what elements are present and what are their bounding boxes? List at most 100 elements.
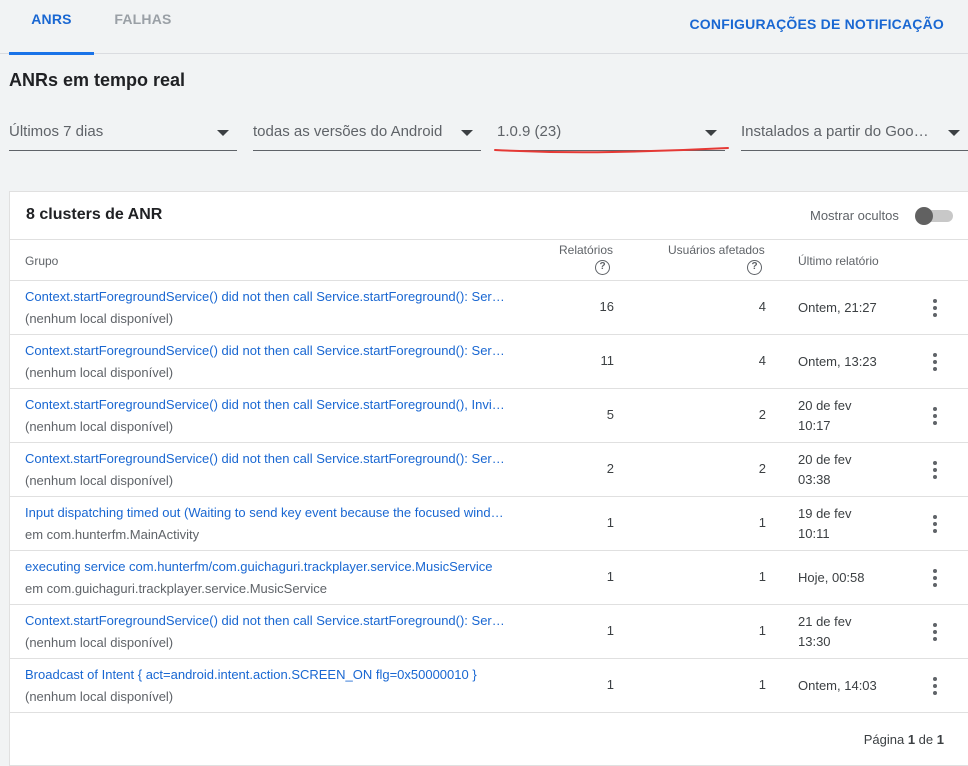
- last-report-time: 20 de fev 10:17: [798, 396, 898, 436]
- install-source-dropdown-value: Instalados a partir do Google …: [741, 123, 936, 140]
- reports-count: 1: [606, 515, 614, 530]
- last-report-line: 10:17: [798, 418, 831, 433]
- pagination-current: 1: [907, 732, 916, 747]
- more-options-icon[interactable]: [924, 567, 946, 589]
- table-row[interactable]: Context.startForegroundService() did not…: [10, 389, 968, 443]
- table-row[interactable]: Context.startForegroundService() did not…: [10, 335, 968, 389]
- affected-users-count: 1: [758, 623, 766, 638]
- affected-users-count: 1: [758, 515, 766, 530]
- last-report-line: Ontem, 13:23: [798, 354, 877, 369]
- dropdown-arrow-icon: [948, 130, 960, 136]
- anr-cluster-title[interactable]: Context.startForegroundService() did not…: [25, 343, 507, 358]
- reports-count: 2: [606, 461, 614, 476]
- more-options-icon[interactable]: [924, 405, 946, 427]
- anr-cluster-location: em com.hunterfm.MainActivity: [25, 527, 200, 542]
- more-options-icon[interactable]: [924, 621, 946, 643]
- table-header: Grupo Relatórios ? Usuários afetados ? Ú…: [10, 239, 968, 281]
- toggle-knob: [915, 207, 933, 225]
- table-row[interactable]: executing service com.hunterfm/com.guich…: [10, 551, 968, 605]
- affected-users-count: 4: [758, 299, 766, 314]
- last-report-time: 19 de fev 10:11: [798, 504, 898, 544]
- last-report-time: 21 de fev 13:30: [798, 612, 898, 652]
- reports-count: 1: [606, 623, 614, 638]
- last-report-time: Ontem, 13:23: [798, 352, 898, 372]
- dropdown-arrow-icon: [217, 130, 229, 136]
- more-options-icon[interactable]: [924, 351, 946, 373]
- reports-count: 1: [606, 677, 614, 692]
- show-hidden-label: Mostrar ocultos: [810, 208, 899, 223]
- pagination: Página 1 de 1: [864, 732, 944, 747]
- reports-help-icon[interactable]: ?: [595, 260, 610, 275]
- affected-users-count: 1: [758, 677, 766, 692]
- last-report-time: Ontem, 14:03: [798, 676, 898, 696]
- anr-cluster-location: (nenhum local disponível): [25, 311, 174, 326]
- column-header-group: Grupo: [25, 254, 59, 268]
- anr-cluster-title[interactable]: Context.startForegroundService() did not…: [25, 613, 507, 628]
- android-version-dropdown[interactable]: todas as versões do Android: [253, 113, 481, 151]
- red-underline-annotation: [494, 147, 729, 154]
- pagination-prefix: Página: [863, 732, 905, 747]
- column-header-affected-users[interactable]: Usuários afetados: [668, 243, 765, 257]
- users-help-icon[interactable]: ?: [747, 260, 762, 275]
- last-report-time: Ontem, 21:27: [798, 298, 898, 318]
- more-options-icon[interactable]: [924, 675, 946, 697]
- table-row[interactable]: Context.startForegroundService() did not…: [10, 605, 968, 659]
- affected-users-count: 4: [758, 353, 766, 368]
- anr-cluster-title[interactable]: Input dispatching timed out (Waiting to …: [25, 505, 507, 520]
- anr-clusters-card: 8 clusters de ANR Mostrar ocultos Grupo …: [9, 191, 968, 766]
- table-row[interactable]: Input dispatching timed out (Waiting to …: [10, 497, 968, 551]
- anr-cluster-title[interactable]: Context.startForegroundService() did not…: [25, 397, 507, 412]
- anr-cluster-location: (nenhum local disponível): [25, 365, 174, 380]
- affected-users-count: 2: [758, 461, 766, 476]
- pagination-total: 1: [936, 732, 944, 747]
- notification-settings-link[interactable]: CONFIGURAÇÕES DE NOTIFICAÇÃO: [690, 16, 945, 32]
- reports-count: 16: [599, 299, 614, 314]
- anr-cluster-location: em com.guichaguri.trackplayer.service.Mu…: [25, 581, 327, 596]
- last-report-line: 20 de fev: [798, 398, 852, 413]
- anr-cluster-title[interactable]: Context.startForegroundService() did not…: [25, 451, 507, 466]
- last-report-line: Ontem, 21:27: [798, 300, 877, 315]
- affected-users-count: 2: [758, 407, 766, 422]
- last-report-line: 10:11: [798, 526, 830, 541]
- show-hidden-toggle[interactable]: [915, 207, 953, 225]
- anr-cluster-location: (nenhum local disponível): [25, 635, 174, 650]
- top-tab-bar: ANRS FALHAS CONFIGURAÇÕES DE NOTIFICAÇÃO: [0, 0, 968, 55]
- anr-cluster-title[interactable]: Broadcast of Intent { act=android.intent…: [25, 667, 507, 682]
- table-row[interactable]: Context.startForegroundService() did not…: [10, 443, 968, 497]
- card-title: 8 clusters de ANR: [26, 206, 163, 223]
- tab-falhas[interactable]: FALHAS: [100, 0, 186, 54]
- page-title: ANRs em tempo real: [9, 70, 186, 90]
- more-options-icon[interactable]: [924, 459, 946, 481]
- app-version-dropdown-value: 1.0.9 (23): [497, 123, 562, 140]
- column-header-reports[interactable]: Relatórios: [559, 243, 613, 257]
- more-options-icon[interactable]: [924, 297, 946, 319]
- last-report-line: Ontem, 14:03: [798, 678, 877, 693]
- pagination-separator: de: [918, 732, 934, 747]
- reports-count: 1: [606, 569, 614, 584]
- anr-table-body: Context.startForegroundService() did not…: [10, 281, 968, 713]
- last-report-line: 21 de fev: [798, 614, 852, 629]
- anr-cluster-location: (nenhum local disponível): [25, 689, 174, 704]
- table-row[interactable]: Context.startForegroundService() did not…: [10, 281, 968, 335]
- reports-count: 11: [600, 353, 615, 368]
- dropdown-arrow-icon: [705, 130, 717, 136]
- anr-cluster-location: (nenhum local disponível): [25, 473, 174, 488]
- dropdown-arrow-icon: [461, 130, 473, 136]
- more-options-icon[interactable]: [924, 513, 946, 535]
- tab-anrs[interactable]: ANRS: [9, 0, 94, 55]
- last-report-line: 20 de fev: [798, 452, 852, 467]
- period-dropdown[interactable]: Últimos 7 dias: [9, 113, 237, 151]
- affected-users-count: 1: [758, 569, 766, 584]
- anr-cluster-title[interactable]: Context.startForegroundService() did not…: [25, 289, 507, 304]
- last-report-line: 03:38: [798, 472, 831, 487]
- column-header-last-report[interactable]: Último relatório: [798, 254, 879, 268]
- table-row[interactable]: Broadcast of Intent { act=android.intent…: [10, 659, 968, 713]
- anr-cluster-location: (nenhum local disponível): [25, 419, 174, 434]
- last-report-line: Hoje, 00:58: [798, 570, 865, 585]
- last-report-line: 13:30: [798, 634, 831, 649]
- android-version-dropdown-value: todas as versões do Android: [253, 123, 443, 140]
- anr-cluster-title[interactable]: executing service com.hunterfm/com.guich…: [25, 559, 507, 574]
- reports-count: 5: [606, 407, 614, 422]
- last-report-time: Hoje, 00:58: [798, 568, 898, 588]
- install-source-dropdown[interactable]: Instalados a partir do Google …: [741, 113, 968, 151]
